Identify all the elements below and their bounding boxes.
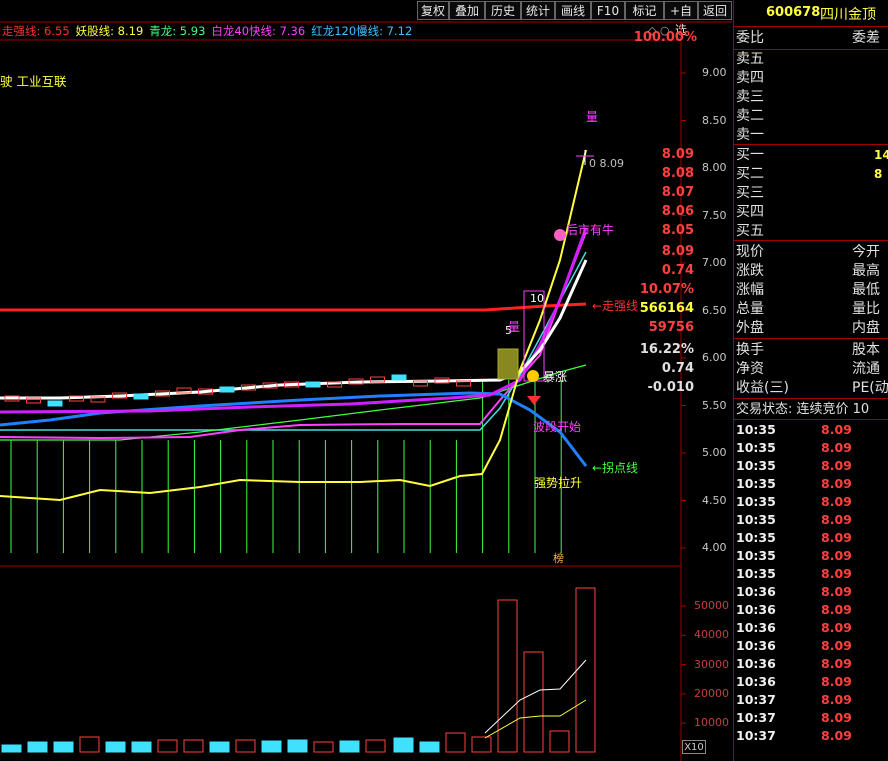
tick-row: 10:35 8.09 (736, 530, 852, 545)
volume-bar (287, 739, 308, 753)
annotation-liang-top: 量 (586, 110, 599, 124)
annotation-after-bull: 后市有牛 (566, 223, 615, 237)
kline-chart[interactable] (0, 0, 732, 761)
candle (47, 400, 63, 407)
candle-big-1 (497, 348, 519, 380)
tick-row: 10:35 8.09 (736, 494, 852, 509)
gem-icon (527, 396, 541, 405)
volume-bar (419, 741, 440, 753)
tick-row: 10:37 8.09 (736, 710, 852, 725)
volume-bar (183, 739, 204, 753)
volume-bar (339, 740, 360, 753)
candle (391, 374, 407, 381)
tick-row: 10:35 8.09 (736, 476, 852, 491)
volume-bar (365, 739, 386, 753)
stock-header[interactable]: 600678 四川金顶 (734, 0, 888, 27)
candle (133, 393, 149, 400)
volume-bar (53, 741, 74, 753)
tick-row: 10:37 8.09 (736, 692, 852, 707)
tick-row: 10:35 8.09 (736, 440, 852, 455)
quote-panel: 600678 四川金顶 委比 100.00% 委差 卖五 卖四 卖三 卖二 卖一 买一 8… (634, 0, 888, 761)
price-axis-label: 6.50 (702, 303, 727, 317)
volume-axis-label: 50000 (694, 599, 729, 612)
price-axis-label: 6.00 (702, 351, 727, 364)
volume-bar (105, 741, 126, 753)
volume-scale[interactable]: X10 (682, 740, 706, 754)
annotation-strong-line: ←走强线 (592, 299, 639, 313)
price-axis-label: 4.00 (702, 541, 727, 554)
price-axis-label: 5.50 (702, 398, 727, 412)
volume-ma-1 (484, 659, 587, 734)
tick-row: 10:35 8.09 (736, 422, 852, 437)
volume-bar (1, 744, 22, 753)
candle (219, 386, 235, 393)
annotation-wave-start: 波段开始 (533, 420, 582, 434)
annotation-strong-pull: 强势拉升 (534, 476, 583, 490)
volume-axis-label: 30000 (694, 657, 729, 671)
volume-bar (471, 736, 492, 753)
tick-row: 10:36 8.09 (736, 638, 852, 653)
volume-bar (393, 737, 414, 753)
volume-axis-label: 10000 (694, 716, 729, 730)
price-axis-label: 8.50 (702, 113, 727, 127)
tick-row: 10:35 8.09 (736, 512, 852, 527)
tick-row: 10:36 8.09 (736, 584, 852, 599)
annotation-bang: 榜 (553, 552, 564, 565)
tick-row: 10:36 8.09 (736, 674, 852, 689)
price-axis-label: 7.50 (702, 208, 727, 222)
volume-bar (523, 651, 544, 753)
volume-bar (235, 739, 256, 753)
volume-bar (27, 741, 48, 753)
annotation-inflection: ←拐点线 (592, 461, 639, 475)
volume-bar (131, 741, 152, 753)
tick-row: 10:35 8.09 (736, 548, 852, 563)
annotation-price-high: 0 8.09 (589, 157, 624, 170)
annotation-liang-mid: 量 (508, 320, 521, 334)
price-axis-label: 7.00 (702, 256, 727, 269)
price-axis-label: 9.00 (702, 66, 727, 79)
volume-axis-label: 40000 (694, 628, 729, 642)
tick-row: 10:37 8.09 (736, 728, 852, 743)
volume-bar (549, 730, 570, 753)
volume-bar (445, 732, 466, 753)
volume-bar (261, 740, 282, 753)
volume-bar (79, 736, 100, 753)
tick-row: 10:36 8.09 (736, 656, 852, 671)
money-bag-icon (527, 370, 539, 382)
strong-line (0, 302, 587, 312)
volume-bar (575, 587, 596, 753)
volume-bar (157, 739, 178, 753)
tick-row: 10:35 8.09 (736, 458, 852, 473)
stock-name: 四川金顶 (820, 7, 876, 23)
price-axis-label: 5.00 (702, 446, 727, 459)
stock-code: 600678 (766, 5, 821, 20)
bull-icon (554, 229, 566, 241)
candle (305, 381, 321, 388)
volume-bar (209, 741, 230, 753)
annotation-ten: 10 (530, 292, 544, 305)
price-axis-label: 4.50 (702, 493, 727, 507)
volume-axis-label: 20000 (694, 686, 729, 700)
price-axis-label: 8.00 (702, 161, 727, 174)
tick-row: 10:35 8.09 (736, 566, 852, 581)
tick-row: 10:36 8.09 (736, 620, 852, 635)
yellow-line (0, 149, 587, 502)
tick-row: 10:36 8.09 (736, 602, 852, 617)
annotation-surge: 暴涨 (543, 370, 568, 384)
volume-bar (313, 741, 334, 753)
